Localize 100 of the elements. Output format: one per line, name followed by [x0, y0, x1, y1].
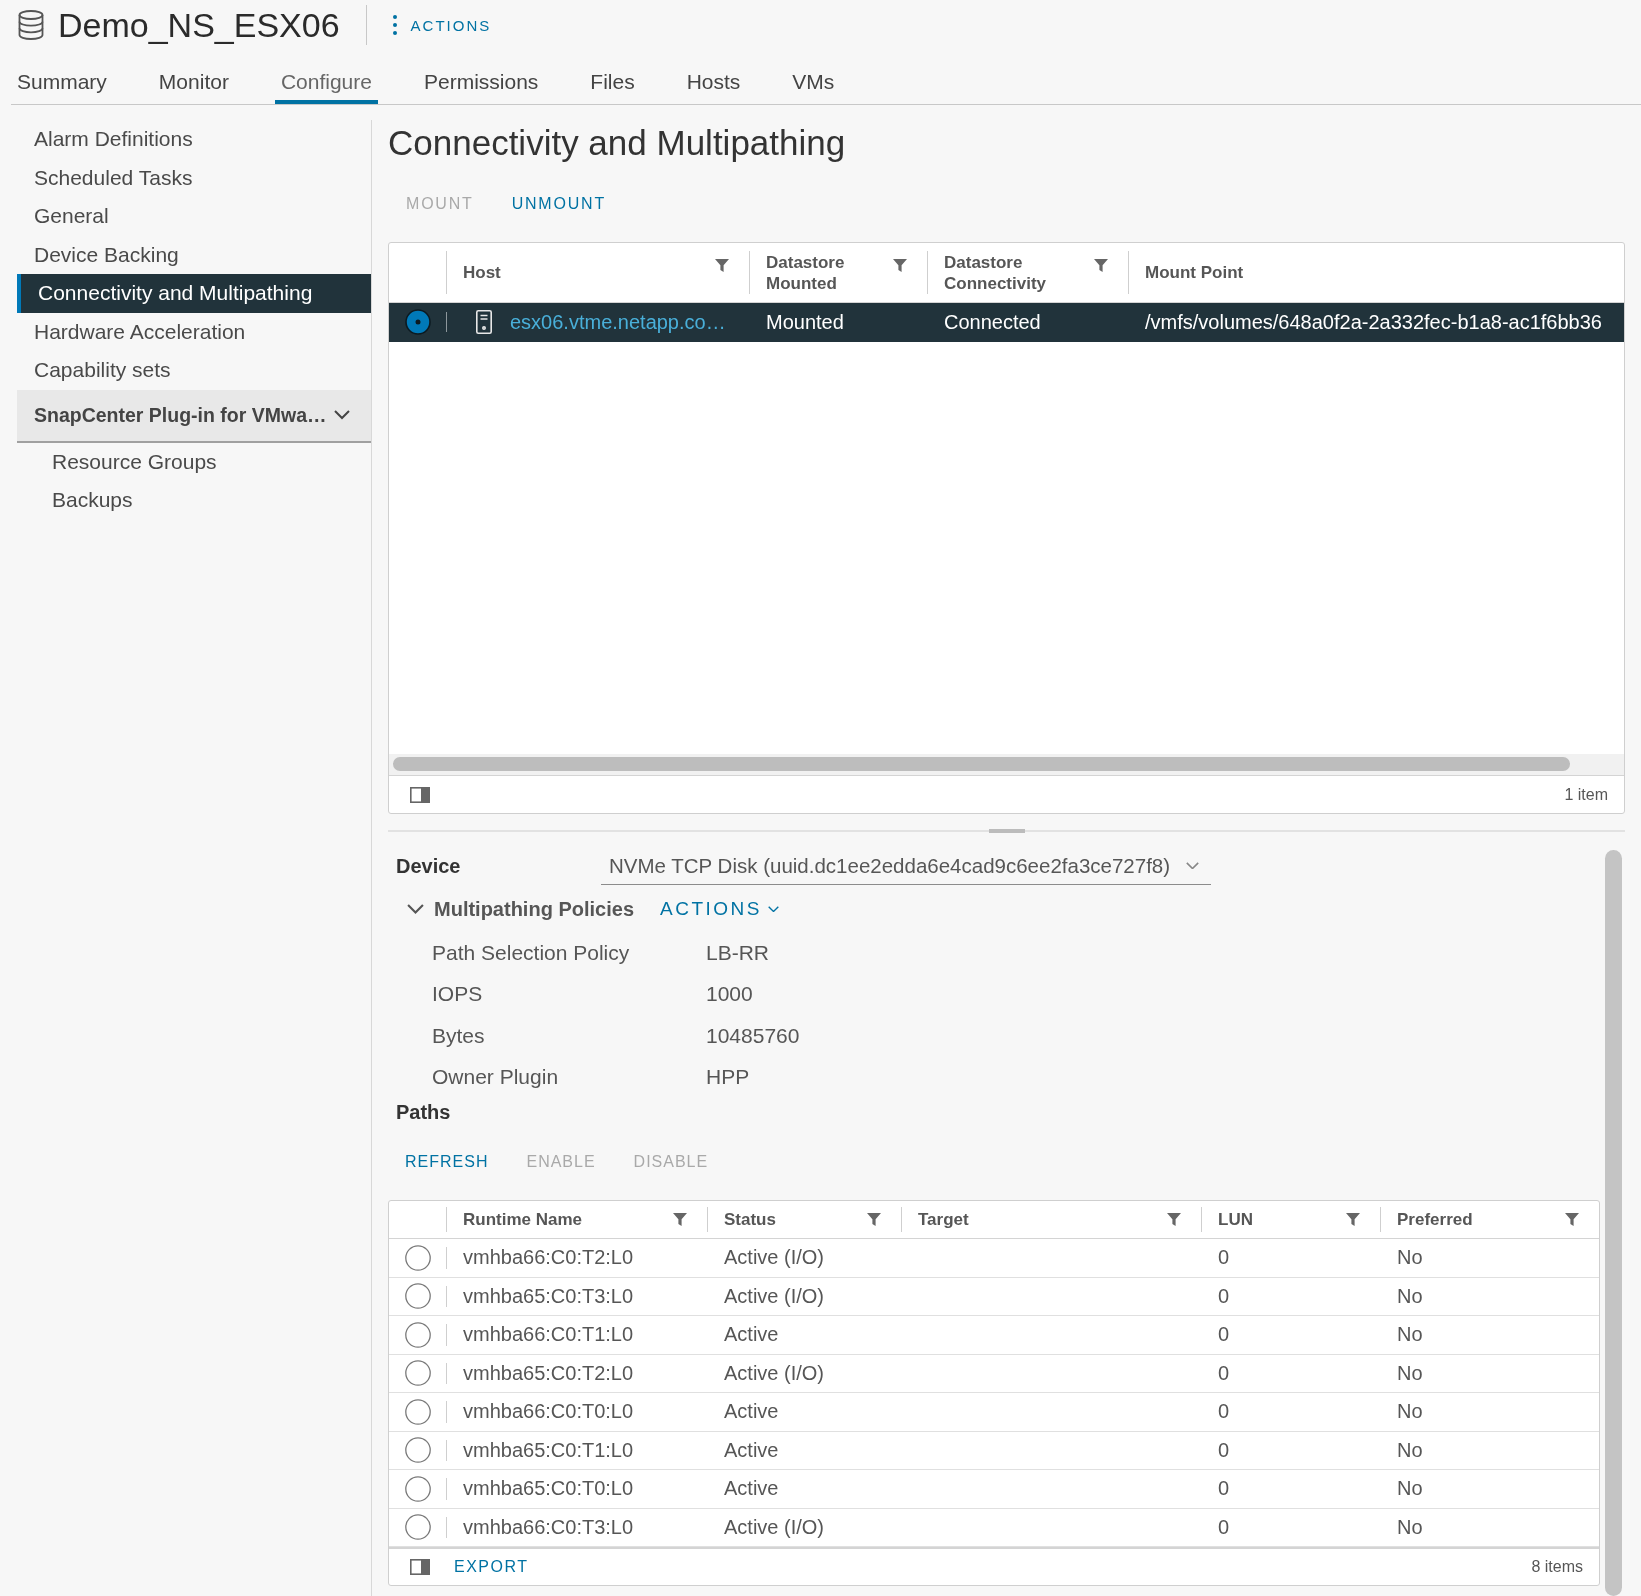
chevron-down-icon[interactable] [407, 903, 424, 915]
toolbar-button[interactable]: REFRESH [388, 1142, 506, 1182]
sidebar-item[interactable]: Connectivity and Multipathing [17, 274, 371, 313]
database-icon [18, 10, 44, 40]
property-value: 1000 [706, 982, 754, 1007]
sidebar-group[interactable]: SnapCenter Plug-in for VMwa… [17, 389, 371, 443]
radio-button[interactable] [404, 1360, 431, 1387]
filter-icon[interactable] [715, 259, 729, 272]
table-cell-text: Active [723, 1399, 780, 1425]
table-row[interactable]: esx06.vtme.netapp.co… Mounted Connected /vmfs/volumes/648a0f2a-2a332fec-b1a8-ac1f6bb36 [389, 303, 1624, 342]
table-cell-text: 0 [1217, 1437, 1231, 1463]
actions-button[interactable]: ACTIONS [392, 9, 492, 41]
property-value: LB-RR [706, 940, 770, 965]
sidebar-item[interactable]: Hardware Acceleration [17, 312, 371, 351]
tab[interactable]: Files [584, 50, 641, 104]
table-cell: vmhba66:C0:T0:L0 [446, 1393, 707, 1431]
table-cell-text: 0 [1217, 1360, 1231, 1386]
table-cell: vmhba65:C0:T3:L0 [446, 1277, 707, 1315]
scrollbar-thumb[interactable] [1605, 850, 1622, 1596]
table-cell-text: No [1396, 1437, 1424, 1463]
object-title: Demo_NS_ESX06 [58, 5, 340, 45]
radio-button[interactable] [404, 1244, 431, 1271]
radio-button[interactable] [404, 1437, 431, 1464]
table-cell-text: 0 [1217, 1283, 1231, 1309]
table-cell-text: Active (I/O) [723, 1360, 825, 1386]
table-cell-text: No [1396, 1476, 1424, 1502]
table-cell-text: No [1396, 1360, 1424, 1386]
column-header[interactable]: LUN [1201, 1201, 1380, 1238]
table-cell-text: Active [723, 1437, 780, 1463]
tab[interactable]: Configure [274, 50, 378, 104]
column-toggle-icon[interactable] [410, 786, 430, 803]
tab[interactable]: VMs [786, 50, 841, 104]
filter-icon[interactable] [1346, 1213, 1360, 1226]
sidebar-item[interactable]: Scheduled Tasks [17, 158, 371, 197]
table-cell: vmhba65:C0:T1:L0 [446, 1431, 707, 1469]
radio-button[interactable] [404, 1398, 431, 1425]
sidebar-item[interactable]: General [17, 197, 371, 236]
property-label: Owner Plugin [431, 1065, 560, 1090]
column-header[interactable]: Preferred [1380, 1201, 1599, 1238]
filter-icon[interactable] [1094, 259, 1108, 272]
column-header[interactable]: Datastore Mounted [749, 243, 927, 302]
table-cell: vmhba65:C0:T2:L0 [446, 1354, 707, 1392]
tab[interactable]: Permissions [417, 50, 545, 104]
table-cell-text: No [1396, 1245, 1424, 1271]
tab[interactable]: Hosts [680, 50, 747, 104]
table-cell-text: Active (I/O) [723, 1245, 825, 1271]
export-link[interactable]: EXPORT [454, 1558, 529, 1576]
item-count: 1 item [1564, 785, 1608, 804]
property-label: IOPS [431, 982, 484, 1007]
actions-menu-button[interactable]: ACTIONS [660, 892, 779, 926]
sidebar-item[interactable]: Alarm Definitions [17, 120, 371, 159]
chevron-down-icon [1186, 861, 1199, 870]
radio-button[interactable] [404, 309, 431, 335]
tab[interactable]: Monitor [152, 50, 235, 104]
filter-icon[interactable] [673, 1213, 687, 1226]
column-header[interactable]: Datastore Connectivity [927, 243, 1128, 302]
scrollbar-thumb[interactable] [393, 757, 1570, 771]
host-link[interactable]: esx06.vtme.netapp.co… [510, 310, 726, 334]
column-header[interactable]: Target [901, 1201, 1201, 1238]
sidebar-subitem[interactable]: Backups [17, 480, 371, 519]
table-cell-text: 0 [1217, 1245, 1231, 1271]
column-header[interactable]: Host [446, 243, 749, 302]
section-title: Multipathing Policies [434, 897, 634, 921]
field-label: Device [395, 854, 462, 878]
device-dropdown[interactable]: NVMe TCP Disk (uuid.dc1ee2edda6e4cad9c6ee2fa3ce727f8) [601, 847, 1211, 885]
radio-button[interactable] [404, 1321, 431, 1348]
column-header[interactable]: Mount Point [1128, 243, 1624, 302]
sidebar-subitem[interactable]: Resource Groups [17, 442, 371, 481]
section-heading: Connectivity and Multipathing [388, 122, 847, 164]
sidebar-item[interactable]: Capability sets [17, 351, 371, 390]
table-cell: vmhba65:C0:T0:L0 [446, 1470, 707, 1508]
table-cell-text: Mounted [765, 309, 845, 335]
chevron-down-icon [333, 410, 350, 420]
column-header[interactable]: Status [707, 1201, 901, 1238]
filter-icon[interactable] [893, 259, 907, 272]
column-header[interactable]: Runtime Name [446, 1201, 707, 1238]
tab[interactable]: Summary [11, 50, 113, 104]
caret-down-icon [767, 905, 779, 913]
table-cell-text: Active [723, 1476, 780, 1502]
column-toggle-icon[interactable] [410, 1559, 430, 1575]
table-cell-text: No [1396, 1399, 1424, 1425]
toolbar-button[interactable]: UNMOUNT [493, 184, 625, 224]
table-cell-text: 0 [1217, 1322, 1231, 1348]
radio-button[interactable] [404, 1283, 431, 1310]
table-cell: vmhba66:C0:T2:L0 [446, 1239, 707, 1277]
item-count: 8 items [1531, 1558, 1583, 1576]
filter-icon[interactable] [1565, 1213, 1579, 1226]
section-title: Paths [395, 1099, 452, 1125]
filter-icon[interactable] [1167, 1213, 1181, 1226]
filter-icon[interactable] [867, 1213, 881, 1226]
splitter-handle[interactable] [988, 829, 1025, 833]
table-cell-text: No [1396, 1514, 1424, 1540]
radio-button[interactable] [404, 1475, 431, 1502]
radio-button[interactable] [404, 1514, 431, 1541]
property-value: HPP [706, 1065, 751, 1090]
server-icon [476, 310, 492, 334]
sidebar-item[interactable]: Device Backing [17, 235, 371, 274]
table-cell-text: No [1396, 1283, 1424, 1309]
table-cell-text: 0 [1217, 1399, 1231, 1425]
table-cell-text: Connected [943, 309, 1042, 335]
